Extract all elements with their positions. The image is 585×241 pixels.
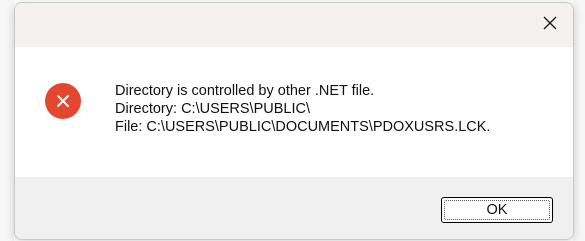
error-icon xyxy=(45,83,81,119)
dialog-titlebar xyxy=(15,3,573,47)
message-line-2: Directory: C:\USERS\PUBLIC\ xyxy=(115,101,310,117)
message-line-1: Directory is controlled by other .NET fi… xyxy=(115,83,375,99)
error-x-glyph xyxy=(57,95,69,107)
close-button[interactable] xyxy=(527,3,573,43)
background-window-left xyxy=(0,0,14,241)
message-line-3: File: C:\USERS\PUBLIC\DOCUMENTS\PDOXUSRS… xyxy=(115,119,491,135)
close-icon xyxy=(543,16,557,30)
ok-button-label: OK xyxy=(444,200,550,220)
background-window-right xyxy=(573,0,585,241)
ok-button[interactable]: OK xyxy=(441,197,553,223)
dialog-footer: OK xyxy=(15,177,573,239)
error-dialog: Directory is controlled by other .NET fi… xyxy=(14,2,574,240)
dialog-content: Directory is controlled by other .NET fi… xyxy=(15,47,573,177)
error-message: Directory is controlled by other .NET fi… xyxy=(115,82,490,136)
